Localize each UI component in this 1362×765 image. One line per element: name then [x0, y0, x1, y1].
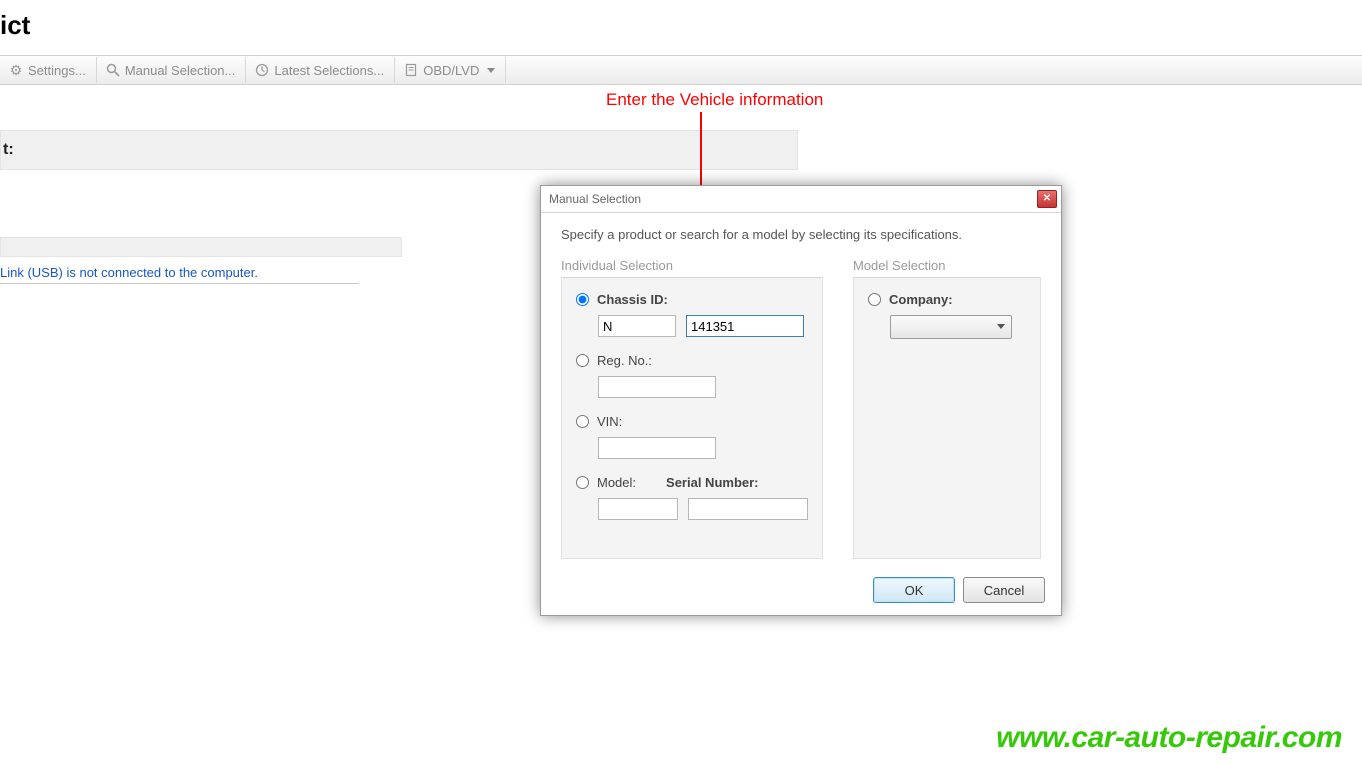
model-selection-group: Model Selection Company: — [853, 258, 1041, 559]
dialog-footer: OK Cancel — [541, 567, 1061, 615]
dialog-titlebar: Manual Selection ✕ — [541, 186, 1061, 213]
chassis-prefix-input[interactable] — [598, 315, 676, 337]
settings-button[interactable]: ⚙ Settings... — [0, 57, 97, 83]
company-label: Company: — [889, 292, 953, 307]
chassis-number-input[interactable] — [686, 315, 804, 337]
model-input[interactable] — [598, 498, 678, 520]
page-title: ict — [0, 10, 30, 41]
dialog-body: Specify a product or search for a model … — [541, 213, 1061, 567]
company-select[interactable] — [890, 315, 1012, 339]
model-selection-title: Model Selection — [853, 258, 1041, 273]
latest-selections-label: Latest Selections... — [274, 63, 384, 78]
chassis-id-radio[interactable] — [576, 293, 589, 306]
secondary-bar — [0, 237, 402, 257]
reg-no-input[interactable] — [598, 376, 716, 398]
reg-no-label: Reg. No.: — [597, 353, 652, 368]
chevron-down-icon — [487, 68, 495, 73]
reg-no-radio[interactable] — [576, 354, 589, 367]
ok-label: OK — [905, 583, 924, 598]
individual-selection-title: Individual Selection — [561, 258, 823, 273]
obd-lvd-button[interactable]: OBD/LVD — [395, 57, 506, 83]
cancel-button[interactable]: Cancel — [963, 577, 1045, 603]
settings-label: Settings... — [28, 63, 86, 78]
info-label-fragment: t: — [3, 141, 14, 159]
search-icon — [105, 62, 121, 78]
individual-selection-group: Individual Selection Chassis ID: Reg. — [561, 258, 823, 559]
vin-input[interactable] — [598, 437, 716, 459]
chassis-id-label: Chassis ID: — [597, 292, 668, 307]
annotation-text: Enter the Vehicle information — [606, 90, 823, 110]
divider — [0, 283, 359, 284]
gear-icon: ⚙ — [8, 62, 24, 78]
model-label: Model: — [597, 475, 636, 490]
cancel-label: Cancel — [984, 583, 1024, 598]
dialog-instruction: Specify a product or search for a model … — [561, 227, 1041, 242]
vin-radio[interactable] — [576, 415, 589, 428]
watermark: www.car-auto-repair.com — [996, 721, 1342, 755]
toolbar: ⚙ Settings... Manual Selection... Latest… — [0, 55, 1362, 85]
close-icon: ✕ — [1043, 194, 1051, 204]
ok-button[interactable]: OK — [873, 577, 955, 603]
clock-icon — [254, 62, 270, 78]
company-radio[interactable] — [868, 293, 881, 306]
dialog-title: Manual Selection — [549, 192, 1037, 206]
model-radio[interactable] — [576, 476, 589, 489]
latest-selections-button[interactable]: Latest Selections... — [246, 57, 395, 83]
manual-selection-label: Manual Selection... — [125, 63, 236, 78]
manual-selection-button[interactable]: Manual Selection... — [97, 57, 247, 83]
obd-lvd-label: OBD/LVD — [423, 63, 479, 78]
vin-label: VIN: — [597, 414, 622, 429]
close-button[interactable]: ✕ — [1037, 190, 1057, 208]
document-icon — [403, 62, 419, 78]
manual-selection-dialog: Manual Selection ✕ Specify a product or … — [540, 185, 1062, 616]
connection-status: Link (USB) is not connected to the compu… — [0, 265, 258, 280]
serial-input[interactable] — [688, 498, 808, 520]
serial-label: Serial Number: — [666, 475, 758, 490]
info-bar: t: — [0, 130, 798, 170]
